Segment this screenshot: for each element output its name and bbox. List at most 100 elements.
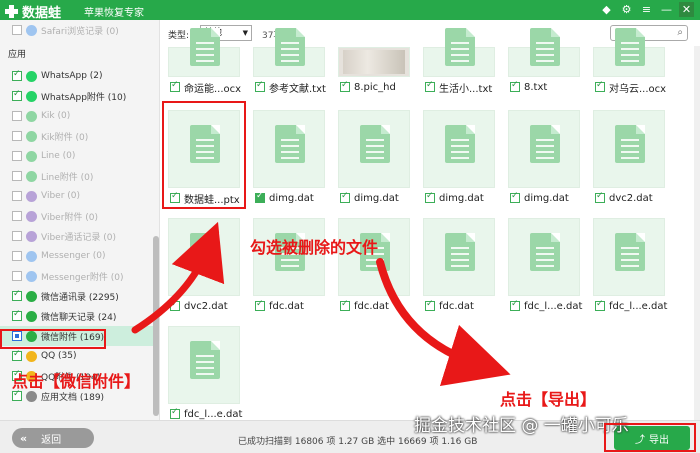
- file-name: 对乌云...ocx: [609, 83, 667, 95]
- main-scrollbar[interactable]: [694, 46, 700, 420]
- document-line: [621, 157, 639, 159]
- file-checkbox[interactable]: [340, 299, 350, 311]
- sidebar-checkbox[interactable]: [12, 309, 22, 321]
- file-name-row[interactable]: fdc_l...e.dat: [595, 299, 667, 313]
- file-thumbnail[interactable]: [508, 110, 580, 188]
- file-thumbnail[interactable]: [423, 218, 495, 296]
- file-checkbox[interactable]: [255, 80, 265, 92]
- document-line: [281, 139, 299, 141]
- sidebar-item[interactable]: QQ (35): [0, 346, 154, 366]
- sidebar-item[interactable]: Kik附件 (0): [0, 126, 154, 146]
- sidebar-checkbox[interactable]: [12, 151, 22, 161]
- search-icon[interactable]: ⌕: [677, 27, 683, 38]
- sidebar-item-safari[interactable]: Safari浏览记录 (0): [0, 20, 154, 40]
- file-checkbox[interactable]: [170, 80, 180, 92]
- file-checkbox[interactable]: [255, 299, 265, 311]
- back-button[interactable]: « 返回: [12, 428, 94, 448]
- file-checkbox[interactable]: [595, 191, 605, 203]
- file-checkbox[interactable]: [255, 191, 265, 203]
- file-checkbox[interactable]: [510, 191, 520, 203]
- diamond-icon[interactable]: ◆: [599, 2, 614, 17]
- sidebar-item[interactable]: Line附件 (0): [0, 166, 154, 186]
- file-name-row[interactable]: fdc.dat: [255, 299, 304, 313]
- file-name-row[interactable]: fdc.dat: [425, 299, 474, 313]
- file-thumbnail[interactable]: [423, 110, 495, 188]
- sidebar-checkbox[interactable]: [12, 171, 22, 181]
- file-checkbox[interactable]: [425, 80, 435, 92]
- file-thumbnail[interactable]: [253, 28, 325, 77]
- document-line: [281, 145, 299, 147]
- sidebar-scrollbar[interactable]: [153, 236, 159, 416]
- file-thumbnail[interactable]: [593, 110, 665, 188]
- sidebar-item[interactable]: 微信聊天记录 (24): [0, 306, 154, 326]
- minimize-icon[interactable]: —: [659, 2, 674, 17]
- file-thumbnail[interactable]: [508, 28, 580, 77]
- file-name-row[interactable]: dimg.dat: [255, 191, 314, 205]
- file-checkbox[interactable]: [510, 80, 520, 92]
- file-checkbox[interactable]: [170, 407, 180, 419]
- sidebar-item[interactable]: Viber通话记录 (0): [0, 226, 154, 246]
- settings-icon[interactable]: ⚙: [619, 2, 634, 17]
- menu-icon[interactable]: ≡: [639, 2, 654, 17]
- file-name-row[interactable]: dvc2.dat: [595, 191, 653, 205]
- sidebar-checkbox[interactable]: [12, 211, 22, 221]
- sidebar-checkbox[interactable]: [12, 191, 22, 201]
- sidebar-item[interactable]: Messenger附件 (0): [0, 266, 154, 286]
- app-docs-icon: [26, 390, 37, 402]
- file-checkbox[interactable]: [510, 299, 520, 311]
- file-thumbnail[interactable]: [508, 218, 580, 296]
- file-name-row[interactable]: 8.pic_hd: [340, 80, 396, 94]
- file-name-row[interactable]: dimg.dat: [340, 191, 399, 205]
- sidebar-item[interactable]: Messenger (0): [0, 246, 154, 266]
- file-name-row[interactable]: 命运能...ocx: [170, 80, 241, 95]
- sidebar-checkbox[interactable]: [12, 289, 22, 301]
- file-checkbox[interactable]: [595, 299, 605, 311]
- file-thumbnail[interactable]: [338, 110, 410, 188]
- sidebar-item[interactable]: Viber (0): [0, 186, 154, 206]
- sidebar-checkbox[interactable]: [12, 231, 22, 241]
- sidebar-item[interactable]: Kik (0): [0, 106, 154, 126]
- kik-attachment-icon: [26, 130, 37, 142]
- document-line: [621, 139, 639, 141]
- sidebar-checkbox[interactable]: [12, 89, 22, 101]
- sidebar-checkbox[interactable]: [12, 131, 22, 141]
- file-name-row[interactable]: 对乌云...ocx: [595, 80, 667, 95]
- file-thumbnail[interactable]: [593, 28, 665, 77]
- file-name-row[interactable]: 8.txt: [510, 80, 547, 94]
- file-thumbnail[interactable]: [168, 218, 240, 296]
- sidebar-checkbox[interactable]: [12, 251, 22, 261]
- sidebar-item[interactable]: Line (0): [0, 146, 154, 166]
- sidebar-checkbox[interactable]: [12, 69, 22, 81]
- file-thumbnail[interactable]: [168, 28, 240, 77]
- file-checkbox[interactable]: [425, 191, 435, 203]
- file-thumbnail[interactable]: [338, 47, 410, 77]
- file-name-row[interactable]: dimg.dat: [425, 191, 484, 205]
- document-line: [536, 157, 554, 159]
- file-name-row[interactable]: 生活小...txt: [425, 80, 492, 95]
- file-checkbox[interactable]: [170, 299, 180, 311]
- file-checkbox[interactable]: [340, 80, 350, 92]
- file-name-row[interactable]: dimg.dat: [510, 191, 569, 205]
- file-name-row[interactable]: fdc.dat: [340, 299, 389, 313]
- sidebar-item[interactable]: WhatsApp (2): [0, 66, 154, 86]
- sidebar-item[interactable]: WhatsApp附件 (10): [0, 86, 154, 106]
- sidebar-checkbox[interactable]: [12, 389, 22, 401]
- file-checkbox[interactable]: [425, 299, 435, 311]
- file-thumbnail[interactable]: [593, 218, 665, 296]
- file-checkbox[interactable]: [595, 80, 605, 92]
- close-icon[interactable]: ✕: [679, 2, 694, 17]
- file-thumbnail[interactable]: [253, 110, 325, 188]
- sidebar-checkbox[interactable]: [12, 25, 22, 35]
- file-thumbnail[interactable]: [423, 28, 495, 77]
- file-thumbnail[interactable]: [168, 326, 240, 404]
- file-name-row[interactable]: fdc_l...e.dat: [510, 299, 582, 313]
- file-checkbox[interactable]: [340, 191, 350, 203]
- file-name-row[interactable]: 参考文献.txt: [255, 80, 326, 95]
- sidebar-checkbox[interactable]: [12, 111, 22, 121]
- sidebar-checkbox[interactable]: [12, 271, 22, 281]
- sidebar-item[interactable]: 微信通讯录 (2295): [0, 286, 154, 306]
- file-name-row[interactable]: dvc2.dat: [170, 299, 228, 313]
- sidebar-checkbox[interactable]: [12, 349, 22, 361]
- sidebar-item[interactable]: Viber附件 (0): [0, 206, 154, 226]
- file-name-row[interactable]: fdc_l...e.dat: [170, 407, 242, 421]
